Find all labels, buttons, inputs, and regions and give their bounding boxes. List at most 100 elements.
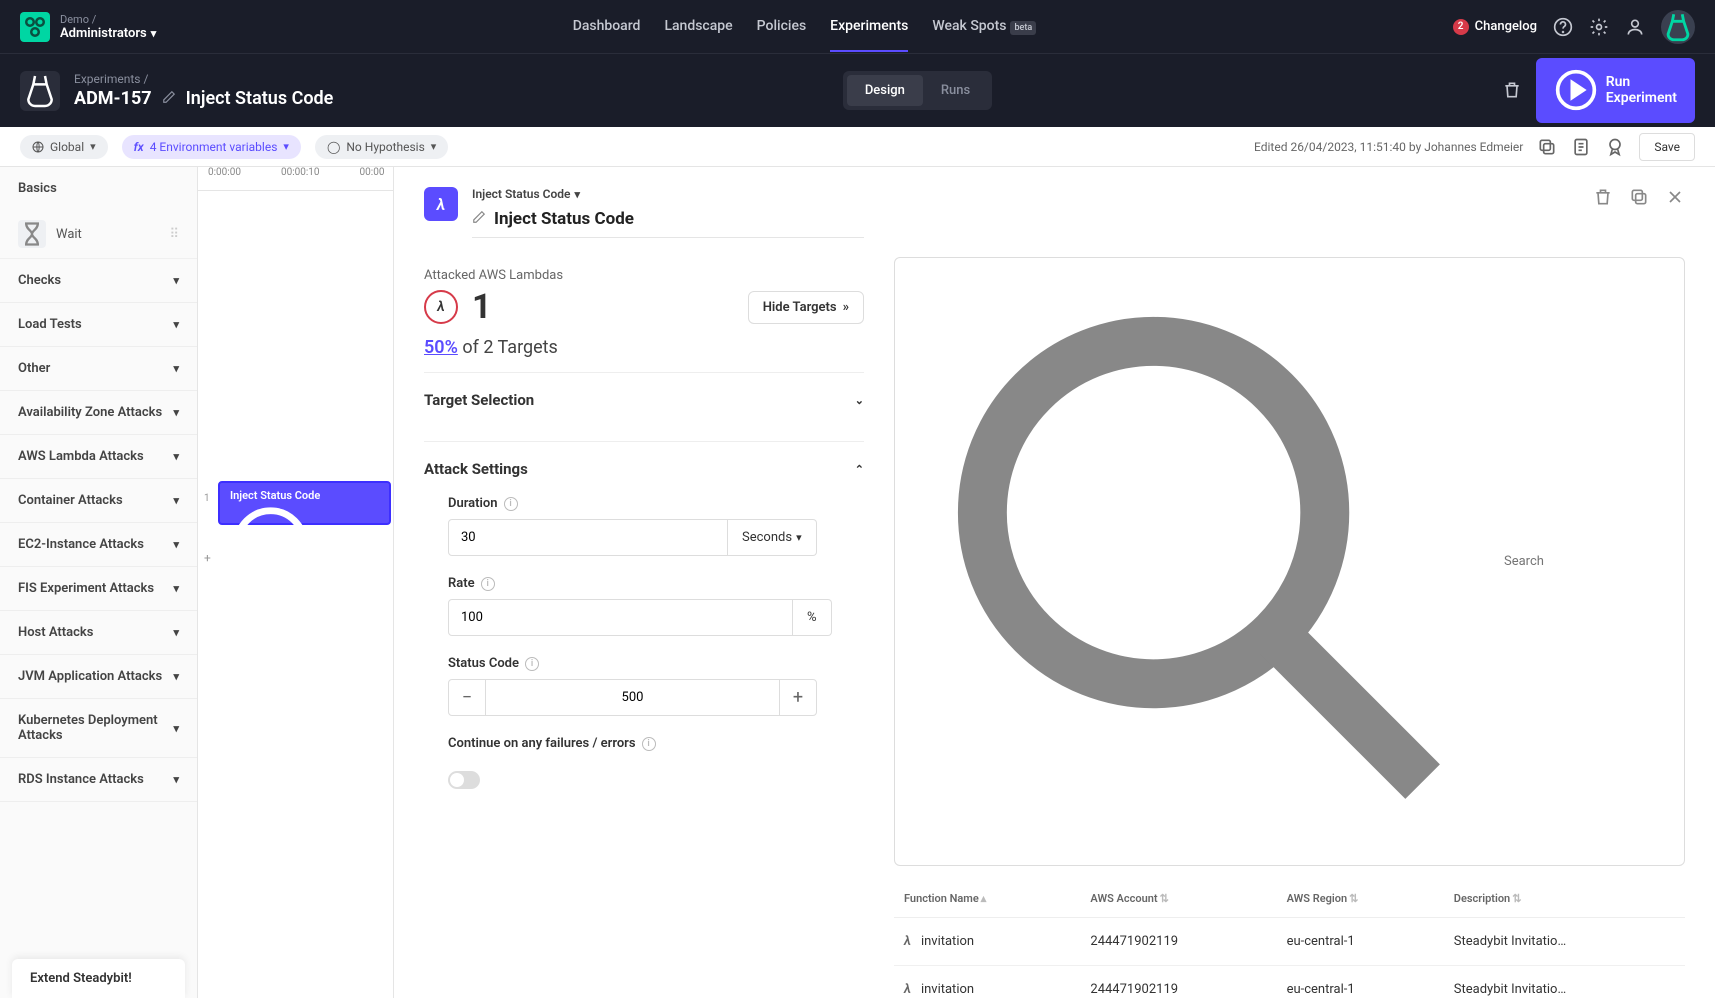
view-toggle: Design Runs <box>843 71 992 110</box>
sidebar-rds-attacks[interactable]: RDS Instance Attacks▾ <box>0 758 197 802</box>
copy-icon[interactable] <box>1629 187 1649 207</box>
lambda-icon: λ <box>904 934 911 949</box>
trash-icon[interactable] <box>1593 187 1613 207</box>
sidebar-host-attacks[interactable]: Host Attacks▾ <box>0 611 197 655</box>
hide-targets-button[interactable]: Hide Targets » <box>748 291 864 324</box>
target-icon: λ <box>424 290 458 324</box>
attack-settings-header[interactable]: Attack Settings ⌃ <box>424 441 864 496</box>
duration-input[interactable] <box>448 519 728 556</box>
sidebar-lambda-attacks[interactable]: AWS Lambda Attacks▾ <box>0 435 197 479</box>
sidebar-item-wait[interactable]: Wait ⠿ <box>0 210 197 259</box>
continue-label: Continue on any failures / errors <box>448 736 636 751</box>
search-icon <box>909 268 1496 855</box>
run-experiment-button[interactable]: Run Experiment <box>1536 58 1695 122</box>
stepper-minus-button[interactable]: − <box>449 680 485 715</box>
target-count: 1 <box>472 287 492 327</box>
help-icon[interactable] <box>1553 17 1573 37</box>
sidebar-k8s-attacks[interactable]: Kubernetes Deployment Attacks▾ <box>0 699 197 758</box>
lambda-icon: λ <box>424 187 458 221</box>
chevron-right-icon: » <box>843 300 849 315</box>
timeline-step-inject-status[interactable]: Inject Status Code 30s ⊕ 1/2 (50 %) <box>218 481 391 525</box>
rate-label: Rate <box>448 576 475 591</box>
badge-icon[interactable] <box>1605 137 1625 157</box>
attacked-label: Attacked AWS Lambdas <box>424 268 864 283</box>
pct-link[interactable]: 50% <box>424 337 458 358</box>
chevron-down-icon: ⌄ <box>855 394 864 407</box>
user-icon[interactable] <box>1625 17 1645 37</box>
target-selection-header[interactable]: Target Selection ⌄ <box>424 372 864 427</box>
sidebar-loadtests[interactable]: Load Tests▾ <box>0 303 197 347</box>
tab-runs[interactable]: Runs <box>923 75 988 106</box>
sidebar-az-attacks[interactable]: Availability Zone Attacks▾ <box>0 391 197 435</box>
sidebar-checks[interactable]: Checks▾ <box>0 259 197 303</box>
add-track-button[interactable]: + <box>204 551 211 565</box>
save-button[interactable]: Save <box>1639 133 1695 161</box>
beta-badge: beta <box>1010 21 1036 35</box>
sidebar-container-attacks[interactable]: Container Attacks▾ <box>0 479 197 523</box>
close-icon[interactable] <box>1665 187 1685 207</box>
hypothesis-button[interactable]: ◯ No Hypothesis ▾ <box>315 135 448 159</box>
info-icon[interactable]: i <box>504 497 518 511</box>
col-description[interactable]: Description⇅ <box>1444 880 1685 918</box>
pencil-icon[interactable] <box>472 210 486 228</box>
col-aws-region[interactable]: AWS Region⇅ <box>1277 880 1444 918</box>
copy-icon[interactable] <box>1537 137 1557 157</box>
pct-total: of 2 Targets <box>458 337 558 358</box>
table-row[interactable]: λinvitation 244471902119 eu-central-1 St… <box>894 918 1685 966</box>
drag-handle-icon: ⠿ <box>169 227 179 242</box>
table-row[interactable]: λinvitation 244471902119 eu-central-1 St… <box>894 966 1685 998</box>
track-number: 1 <box>204 493 210 504</box>
sidebar-fis-attacks[interactable]: FIS Experiment Attacks▾ <box>0 567 197 611</box>
document-icon[interactable] <box>1571 137 1591 157</box>
nav-policies[interactable]: Policies <box>757 2 807 52</box>
sidebar-ec2-attacks[interactable]: EC2-Instance Attacks▾ <box>0 523 197 567</box>
col-function-name[interactable]: Function Name▴ <box>894 880 1080 918</box>
targets-table: Function Name▴ AWS Account⇅ AWS Region⇅ … <box>894 880 1685 998</box>
duration-label: Duration <box>448 496 498 511</box>
col-aws-account[interactable]: AWS Account⇅ <box>1080 880 1276 918</box>
env-selector[interactable]: Global ▾ <box>20 135 108 159</box>
nav-experiments[interactable]: Experiments <box>830 2 908 52</box>
experiment-icon <box>20 71 60 111</box>
hourglass-icon <box>18 220 46 248</box>
nav-landscape[interactable]: Landscape <box>664 2 732 52</box>
duration-unit-select[interactable]: Seconds▾ <box>728 519 817 556</box>
experiment-id: ADM-157 <box>74 88 152 109</box>
nav-weakspots[interactable]: Weak Spotsbeta <box>932 2 1036 52</box>
sidebar-other[interactable]: Other▾ <box>0 347 197 391</box>
avatar[interactable] <box>1661 10 1695 44</box>
stepper-plus-button[interactable]: + <box>780 680 816 715</box>
chevron-up-icon: ⌃ <box>855 463 864 476</box>
gear-icon[interactable] <box>1589 17 1609 37</box>
pencil-icon[interactable] <box>162 90 176 108</box>
tab-design[interactable]: Design <box>847 75 923 106</box>
timeline-ruler: 0:00:00 00:00:10 00:00 <box>198 167 393 191</box>
step-breadcrumb[interactable]: Inject Status Code ▾ <box>472 187 864 201</box>
experiment-name: Inject Status Code <box>186 88 334 109</box>
sidebar-jvm-attacks[interactable]: JVM Application Attacks▾ <box>0 655 197 699</box>
search-input[interactable] <box>1504 554 1670 569</box>
continue-toggle[interactable] <box>448 771 480 789</box>
extend-steadybit-button[interactable]: Extend Steadybit! <box>12 959 185 998</box>
info-icon[interactable]: i <box>642 737 656 751</box>
logo <box>20 12 50 42</box>
step-title: Inject Status Code <box>494 209 634 229</box>
nav-dashboard[interactable]: Dashboard <box>573 2 641 52</box>
status-code-label: Status Code <box>448 656 519 671</box>
trash-icon[interactable] <box>1502 80 1522 100</box>
env-vars-button[interactable]: fx 4 Environment variables ▾ <box>122 135 301 159</box>
status-code-input[interactable] <box>485 680 780 715</box>
search-input-wrapper <box>894 257 1685 866</box>
lambda-icon: λ <box>904 982 911 997</box>
breadcrumb[interactable]: Experiments / <box>74 72 333 86</box>
rate-input[interactable] <box>448 599 793 636</box>
sidebar-basics-header[interactable]: Basics <box>0 167 197 210</box>
org-selector[interactable]: Demo / Administrators▾ <box>60 13 156 41</box>
edited-info: Edited 26/04/2023, 11:51:40 by Johannes … <box>1254 140 1523 154</box>
org-parent: Demo / <box>60 13 156 26</box>
changelog-count-badge: 2 <box>1453 19 1469 35</box>
changelog-link[interactable]: 2 Changelog <box>1453 19 1537 35</box>
info-icon[interactable]: i <box>481 577 495 591</box>
info-icon[interactable]: i <box>525 657 539 671</box>
org-name: Administrators <box>60 26 147 41</box>
